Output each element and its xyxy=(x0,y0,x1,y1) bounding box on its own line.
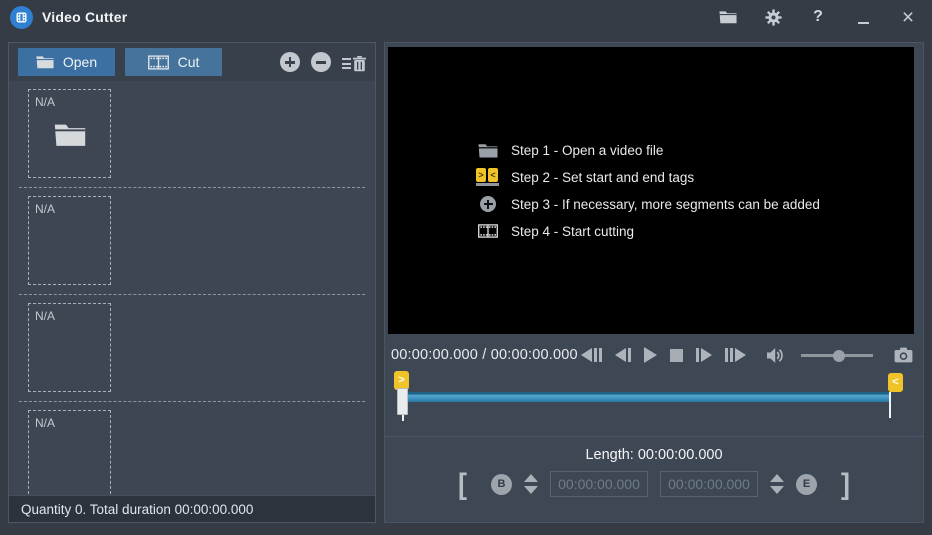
spin-down-icon[interactable] xyxy=(770,486,784,494)
segment-label: N/A xyxy=(35,309,55,323)
segment-list-item[interactable]: N/A xyxy=(19,81,365,188)
segment-list-item[interactable]: N/A xyxy=(19,402,365,495)
timeline[interactable]: > < xyxy=(391,371,917,421)
video-preview[interactable]: Step 1 - Open a video file > < Step 2 - … xyxy=(388,47,914,334)
speaker-icon xyxy=(765,347,785,364)
volume-mute-button[interactable] xyxy=(765,347,785,364)
minus-icon xyxy=(316,61,326,64)
volume-slider[interactable] xyxy=(801,348,873,362)
step-row: > < Step 2 - Set start and end tags xyxy=(476,167,820,187)
add-segment-button[interactable] xyxy=(280,52,300,72)
play-button[interactable] xyxy=(644,347,657,363)
segment-list-panel: Open Cut xyxy=(8,42,376,523)
segment-list-item[interactable]: N/A xyxy=(19,188,365,295)
step-row: Step 4 - Start cutting xyxy=(476,221,820,241)
cut-controls-row: [ B E ] xyxy=(385,471,923,497)
camera-icon xyxy=(894,347,913,363)
minimize-button[interactable] xyxy=(853,6,873,28)
app-title: Video Cutter xyxy=(42,9,127,25)
folder-icon xyxy=(54,122,86,149)
playhead-handle[interactable] xyxy=(397,388,408,415)
toolbar-right-actions xyxy=(280,52,366,72)
cut-section: Length: 00:00:00.000 [ B E ] xyxy=(385,436,923,497)
segment-label: N/A xyxy=(35,202,55,216)
spin-down-icon[interactable] xyxy=(524,486,538,494)
step-row: Step 1 - Open a video file xyxy=(476,140,820,160)
start-time-input[interactable] xyxy=(550,471,648,497)
remove-segment-button[interactable] xyxy=(311,52,331,72)
segment-list: N/A N/A N/A N/A xyxy=(9,81,375,495)
spin-up-icon[interactable] xyxy=(524,474,538,482)
app-logo-icon xyxy=(10,6,33,29)
list-icon xyxy=(342,58,351,72)
stop-button[interactable] xyxy=(670,349,683,362)
segment-label: N/A xyxy=(35,95,55,109)
start-time-spinner[interactable] xyxy=(524,474,538,494)
start-bracket-button[interactable]: [ xyxy=(458,471,467,497)
open-file-icon[interactable] xyxy=(718,6,738,28)
step-forward-button[interactable] xyxy=(696,348,712,362)
player-panel: Step 1 - Open a video file > < Step 2 - … xyxy=(384,42,924,523)
clear-list-button[interactable] xyxy=(342,52,366,72)
end-bracket-button[interactable]: ] xyxy=(841,471,850,497)
titlebar: Video Cutter xyxy=(0,0,932,34)
segment-thumbnail[interactable]: N/A xyxy=(28,89,111,178)
prev-frame-button[interactable] xyxy=(581,348,602,362)
step-text: Step 4 - Start cutting xyxy=(511,224,634,239)
step-row: Step 3 - If necessary, more segments can… xyxy=(476,194,820,214)
next-frame-button[interactable] xyxy=(725,348,746,362)
step-text: Step 2 - Set start and end tags xyxy=(511,170,694,185)
playback-controls: 00:00:00.000 / 00:00:00.000 xyxy=(391,344,913,366)
help-button[interactable]: ? xyxy=(808,6,828,28)
segment-thumbnail[interactable]: N/A xyxy=(28,303,111,392)
minimize-icon xyxy=(858,22,869,24)
film-icon xyxy=(148,55,169,70)
length-text: Length: 00:00:00.000 xyxy=(385,447,923,463)
time-display: 00:00:00.000 / 00:00:00.000 xyxy=(391,347,578,363)
folder-icon xyxy=(36,55,54,69)
step-text: Step 3 - If necessary, more segments can… xyxy=(511,197,820,212)
segment-list-item[interactable]: N/A xyxy=(19,295,365,402)
segment-thumbnail[interactable]: N/A xyxy=(28,410,111,495)
spin-up-icon[interactable] xyxy=(770,474,784,482)
volume-thumb[interactable] xyxy=(833,350,845,362)
step-text: Step 1 - Open a video file xyxy=(511,143,663,158)
status-text: Quantity 0. Total duration 00:00:00.000 xyxy=(21,502,253,517)
playback-buttons xyxy=(581,347,746,363)
open-button-label: Open xyxy=(63,54,97,70)
segment-toolbar: Open Cut xyxy=(9,43,375,81)
snapshot-button[interactable] xyxy=(894,347,913,363)
instruction-steps: Step 1 - Open a video file > < Step 2 - … xyxy=(476,140,820,241)
cut-button[interactable]: Cut xyxy=(125,48,222,76)
start-end-tags-icon: > < xyxy=(476,168,500,187)
end-time-spinner[interactable] xyxy=(770,474,784,494)
segment-label: N/A xyxy=(35,416,55,430)
trash-icon xyxy=(353,56,366,72)
add-segment-icon xyxy=(476,196,500,212)
close-button[interactable]: × xyxy=(898,6,918,28)
end-time-input[interactable] xyxy=(660,471,758,497)
settings-gear-icon[interactable] xyxy=(763,6,783,28)
status-bar: Quantity 0. Total duration 00:00:00.000 xyxy=(9,495,375,522)
timeline-track[interactable] xyxy=(407,392,890,402)
film-icon xyxy=(476,224,500,238)
open-button[interactable]: Open xyxy=(18,48,115,76)
cut-button-label: Cut xyxy=(178,54,200,70)
end-tag-marker[interactable]: < xyxy=(888,373,903,392)
set-begin-button[interactable]: B xyxy=(491,474,512,495)
segment-thumbnail[interactable]: N/A xyxy=(28,196,111,285)
titlebar-actions: ? × xyxy=(718,6,918,28)
folder-icon xyxy=(476,143,500,158)
step-back-button[interactable] xyxy=(615,348,631,362)
set-end-button[interactable]: E xyxy=(796,474,817,495)
